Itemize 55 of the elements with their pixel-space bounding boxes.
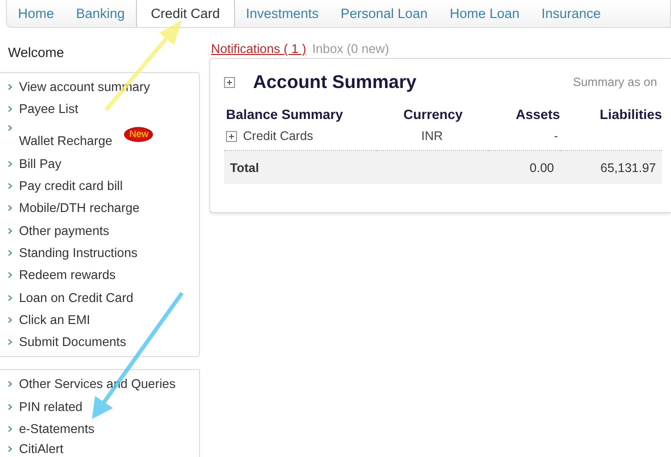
new-badge: New — [124, 126, 154, 142]
table-cell: INR — [421, 129, 443, 143]
sidebar-link[interactable]: Bill Pay — [19, 156, 62, 171]
bullet-icon — [8, 272, 12, 278]
bullet-icon — [8, 160, 12, 167]
column-header: Balance Summary — [225, 106, 344, 124]
nav-tab[interactable]: Personal Loan — [330, 0, 439, 27]
bullet-icon — [8, 228, 12, 234]
bullet-icon — [8, 426, 12, 432]
table-cell: - — [554, 129, 558, 143]
bullet-icon — [8, 316, 12, 323]
sidebar-link[interactable]: Pay credit card bill — [19, 179, 123, 194]
bullet-icon — [8, 250, 12, 256]
column-header: Currency — [402, 106, 464, 124]
nav-tab[interactable]: Investments — [234, 0, 330, 27]
expand-icon[interactable] — [224, 76, 235, 88]
column-header: Liabilities — [598, 106, 662, 124]
sidebar-link[interactable]: PIN related — [19, 400, 82, 414]
sidebar-link[interactable]: Wallet Recharge — [19, 134, 112, 148]
bullet-icon — [8, 124, 12, 131]
bullet-icon — [8, 205, 12, 212]
sidebar-link[interactable]: e-Statements — [19, 422, 94, 436]
bullet-icon — [8, 446, 12, 452]
bullet-icon — [8, 294, 12, 301]
sidebar-link[interactable]: Payee List — [19, 102, 78, 116]
bullet-icon — [8, 381, 12, 388]
sidebar-link[interactable]: Standing Instructions — [19, 246, 138, 260]
bullet-icon — [8, 106, 12, 112]
nav-tab[interactable]: Home — [7, 0, 66, 27]
sidebar-link[interactable]: Loan on Credit Card — [19, 290, 134, 305]
nav-tab[interactable]: Home Loan — [438, 0, 530, 27]
expand-icon[interactable] — [226, 130, 237, 142]
bullet-icon — [8, 84, 12, 90]
summary-title: Account Summary — [253, 71, 416, 93]
sidebar-link[interactable]: View account summary — [19, 80, 150, 94]
sidebar-link[interactable]: Redeem rewards — [19, 268, 116, 282]
summary-date-label: Summary as on — [572, 75, 657, 89]
sidebar-link[interactable]: Submit Documents — [19, 335, 126, 350]
sidebar-link[interactable]: Mobile/DTH recharge — [19, 201, 140, 216]
notifications-link[interactable]: Notifications ( 1 ) — [211, 42, 306, 56]
table-cell: Total — [230, 161, 259, 175]
table-cell: 0.00 — [530, 161, 554, 175]
nav-tab[interactable]: Credit Card — [136, 0, 235, 27]
bullet-icon — [8, 183, 12, 190]
table-cell: 65,131.97 — [600, 161, 656, 175]
column-header: Assets — [514, 106, 560, 124]
nav-tab[interactable]: Banking — [65, 0, 136, 27]
sidebar-link[interactable]: Other payments — [19, 224, 110, 238]
bullet-icon — [8, 339, 12, 346]
sidebar-link[interactable]: CitiAlert — [19, 442, 64, 456]
welcome-heading: Welcome — [7, 44, 66, 62]
sidebar-link[interactable]: Click an EMI — [19, 312, 90, 327]
table-cell: Credit Cards — [243, 129, 314, 143]
bullet-icon — [8, 404, 12, 410]
nav-tab[interactable]: Insurance — [530, 0, 612, 27]
